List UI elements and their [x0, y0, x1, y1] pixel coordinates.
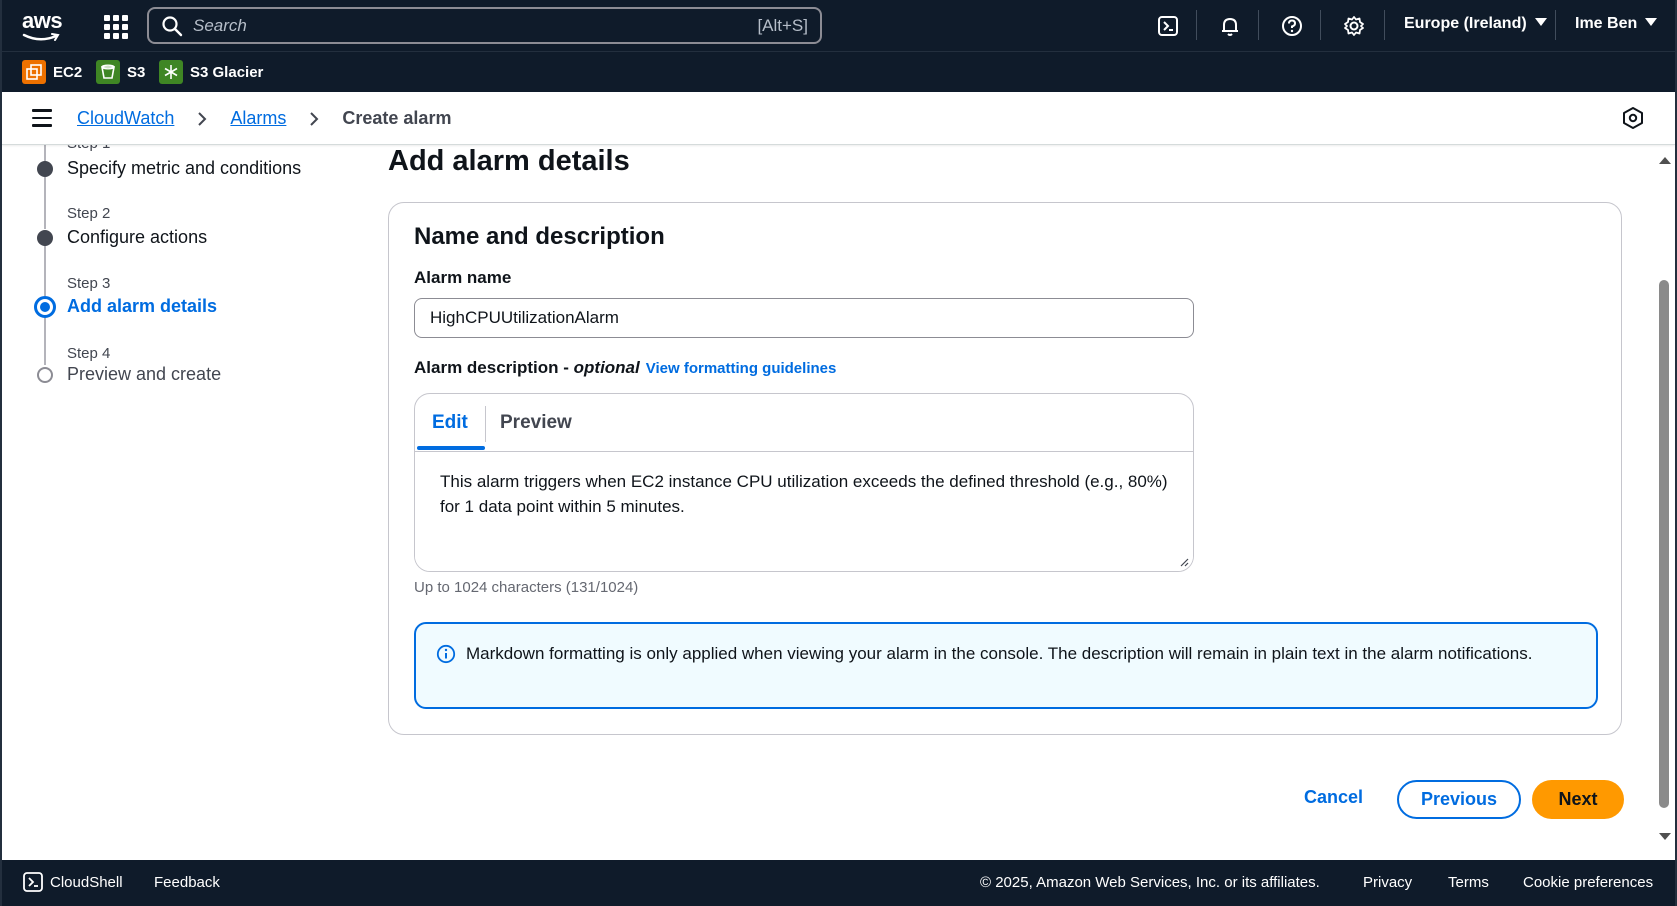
cloudshell-icon[interactable] — [22, 871, 44, 893]
card-title: Name and description — [414, 223, 665, 250]
active-tab-indicator — [417, 446, 485, 450]
search-box[interactable]: [Alt+S] — [147, 7, 822, 44]
region-selector[interactable]: Europe (Ireland) — [1404, 15, 1547, 33]
character-count: Up to 1024 characters (131/1024) — [414, 579, 639, 596]
settings-gear-icon[interactable] — [1340, 12, 1368, 40]
search-shortcut: [Alt+S] — [757, 15, 808, 35]
alarm-name-input[interactable] — [414, 298, 1194, 338]
next-button[interactable]: Next — [1532, 780, 1624, 819]
step-upcoming-dot — [37, 367, 53, 383]
markdown-info-alert: Markdown formatting is only applied when… — [414, 622, 1598, 709]
breadcrumb-current: Create alarm — [342, 108, 452, 128]
cloudshell-icon[interactable] — [1154, 12, 1182, 40]
footer-cloudshell[interactable]: CloudShell — [50, 874, 123, 891]
search-icon — [162, 15, 183, 36]
breadcrumb: CloudWatch Alarms Create alarm — [77, 108, 451, 129]
search-input[interactable] — [193, 10, 758, 41]
services-menu-icon[interactable] — [102, 13, 128, 39]
step-3-number: Step 3 — [67, 275, 111, 292]
chevron-right-icon — [198, 111, 207, 126]
page-title: Add alarm details — [388, 145, 630, 177]
user-menu[interactable]: Ime Ben — [1575, 15, 1658, 33]
help-icon[interactable] — [1278, 12, 1306, 40]
breadcrumb-bar: CloudWatch Alarms Create alarm — [2, 92, 1675, 145]
scroll-down-arrow-icon[interactable] — [1659, 833, 1671, 840]
footer-privacy[interactable]: Privacy — [1363, 874, 1412, 891]
alarm-description-label: Alarm description - optional View formatt… — [414, 358, 837, 377]
footer-terms[interactable]: Terms — [1448, 874, 1489, 891]
step-2-title[interactable]: Configure actions — [67, 227, 207, 248]
step-1-title[interactable]: Specify metric and conditions — [67, 158, 301, 179]
footer-copyright: © 2025, Amazon Web Services, Inc. or its… — [980, 874, 1320, 891]
favorite-ec2[interactable]: EC2 — [22, 60, 82, 84]
resize-handle-icon[interactable] — [1179, 557, 1189, 567]
tab-edit[interactable]: Edit — [432, 412, 468, 434]
aws-logo[interactable]: aws — [22, 9, 64, 43]
description-editor: Edit Preview This alarm triggers when EC… — [414, 393, 1194, 572]
scrollbar-thumb[interactable] — [1659, 280, 1669, 808]
chevron-down-icon — [1534, 17, 1547, 26]
chevron-right-icon — [310, 111, 319, 126]
favorite-s3-glacier[interactable]: S3 Glacier — [159, 60, 263, 84]
console-footer: CloudShell Feedback © 2025, Amazon Web S… — [2, 860, 1675, 906]
breadcrumb-cloudwatch[interactable]: CloudWatch — [77, 108, 174, 129]
previous-button[interactable]: Previous — [1397, 780, 1521, 819]
alarm-description-textarea[interactable]: This alarm triggers when EC2 instance CP… — [415, 453, 1193, 571]
scroll-up-arrow-icon[interactable] — [1659, 157, 1671, 164]
step-complete-dot — [37, 161, 53, 177]
formatting-guidelines-link[interactable]: View formatting guidelines — [646, 360, 837, 377]
step-complete-dot — [37, 230, 53, 246]
step-4-title: Preview and create — [67, 364, 222, 384]
breadcrumb-alarms[interactable]: Alarms — [230, 108, 286, 129]
info-text: Markdown formatting is only applied when… — [466, 644, 1533, 663]
chevron-down-icon — [1645, 17, 1658, 26]
cancel-button[interactable]: Cancel — [1304, 787, 1363, 808]
aws-smile-icon — [22, 33, 60, 41]
name-description-card: Name and description Alarm name Alarm de… — [388, 202, 1622, 735]
notifications-bell-icon[interactable] — [1216, 12, 1244, 40]
step-3-title: Add alarm details — [67, 296, 218, 316]
editor-tabs: Edit Preview — [415, 394, 1193, 452]
menu-hamburger-icon[interactable] — [32, 109, 52, 127]
aws-logo-text: aws — [22, 8, 63, 33]
info-icon — [436, 644, 456, 664]
page-scrollbar[interactable] — [1655, 145, 1673, 860]
step-4-number: Step 4 — [67, 345, 111, 362]
alarm-name-label: Alarm name — [414, 268, 512, 287]
footer-feedback[interactable]: Feedback — [154, 874, 220, 891]
ec2-icon — [22, 60, 46, 84]
user-name: Ime Ben — [1575, 15, 1638, 32]
region-label: Europe (Ireland) — [1404, 15, 1527, 32]
console-window: aws [Alt+S] — [2, 0, 1675, 906]
favorites-bar: EC2 S3 S3 Glacier — [2, 51, 1675, 92]
favorite-s3[interactable]: S3 — [96, 60, 145, 84]
top-navigation: aws [Alt+S] — [2, 0, 1675, 51]
settings-hexagon-icon[interactable] — [1621, 106, 1645, 130]
glacier-snowflake-icon — [159, 60, 183, 84]
wizard-steps: Step 1 Specify metric and conditions Ste… — [2, 135, 362, 860]
step-current-dot — [34, 296, 56, 318]
step-2-number: Step 2 — [67, 205, 111, 222]
s3-bucket-icon — [96, 60, 120, 84]
tab-preview[interactable]: Preview — [500, 412, 572, 434]
footer-cookie-preferences[interactable]: Cookie preferences — [1523, 874, 1653, 891]
